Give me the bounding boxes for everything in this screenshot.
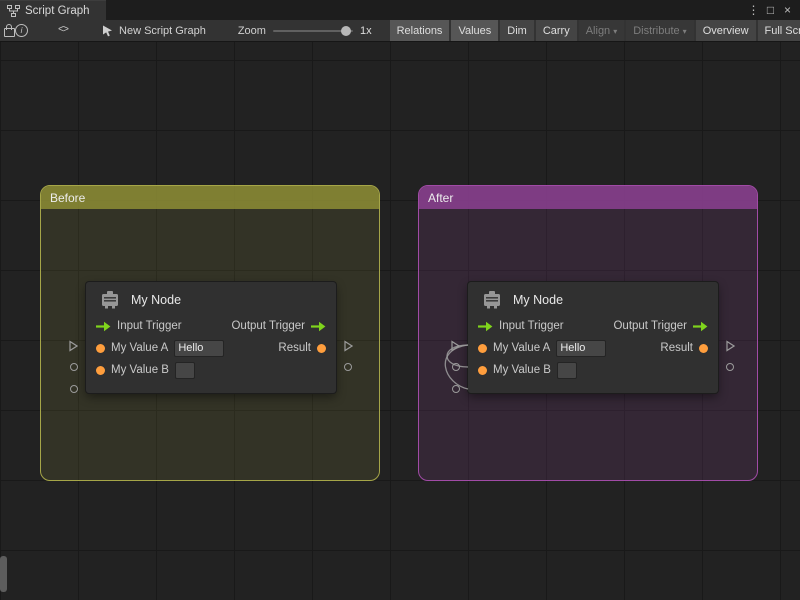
tab-title: Script Graph bbox=[25, 5, 90, 17]
value-a-port-icon[interactable] bbox=[96, 344, 105, 353]
group-after[interactable]: After My Node Input Trigger Output Trigg… bbox=[418, 185, 758, 481]
node-title: My Node bbox=[513, 293, 563, 307]
dim-button[interactable]: Dim bbox=[500, 20, 534, 41]
value-b-row: My Value B bbox=[468, 359, 718, 381]
result-label: Result bbox=[278, 342, 311, 354]
value-b-input[interactable] bbox=[175, 362, 195, 379]
maximize-icon[interactable]: □ bbox=[763, 0, 778, 20]
value-a-label: My Value A bbox=[111, 342, 168, 354]
close-icon[interactable]: × bbox=[780, 0, 795, 20]
input-trigger-label: Input Trigger bbox=[499, 320, 564, 332]
align-button[interactable]: Align▾ bbox=[579, 20, 624, 41]
zoom-slider[interactable] bbox=[273, 30, 353, 32]
flow-output-outer-port[interactable] bbox=[344, 339, 353, 357]
chevron-down-icon: ▾ bbox=[613, 27, 617, 36]
flow-output-icon[interactable] bbox=[311, 321, 326, 332]
code-icon[interactable]: <> bbox=[58, 20, 68, 41]
pointer-icon bbox=[102, 25, 113, 37]
distribute-button[interactable]: Distribute▾ bbox=[626, 20, 693, 41]
value-a-outer-port[interactable] bbox=[70, 363, 78, 371]
fullscreen-button[interactable]: Full Scr bbox=[758, 20, 800, 41]
value-b-outer-port[interactable] bbox=[452, 385, 460, 393]
node-header: My Node bbox=[86, 282, 336, 315]
flow-input-outer-port[interactable] bbox=[451, 339, 460, 357]
toolbar-buttons: Relations Values Dim Carry Align▾ Distri… bbox=[390, 20, 800, 41]
zoom-label: Zoom bbox=[238, 25, 266, 37]
kebab-menu-icon[interactable]: ⋮ bbox=[746, 0, 761, 20]
tab-script-graph[interactable]: Script Graph bbox=[0, 0, 106, 20]
graph-toolbar: i <> New Script Graph Zoom 1x Relations … bbox=[0, 20, 800, 42]
value-a-outer-port[interactable] bbox=[452, 363, 460, 371]
my-node-before[interactable]: My Node Input Trigger Output Trigger My … bbox=[86, 282, 336, 393]
node-title: My Node bbox=[131, 293, 181, 307]
value-a-input[interactable] bbox=[556, 340, 606, 357]
carried-connection-wires bbox=[430, 326, 470, 406]
lock-icon[interactable] bbox=[4, 20, 15, 41]
flow-port-row: Input Trigger Output Trigger bbox=[468, 315, 718, 337]
group-before[interactable]: Before My Node Input Trigger Output Trig… bbox=[40, 185, 380, 481]
result-outer-port[interactable] bbox=[726, 363, 734, 371]
value-b-port-icon[interactable] bbox=[478, 366, 487, 375]
unit-icon bbox=[480, 288, 504, 312]
result-outer-port[interactable] bbox=[344, 363, 352, 371]
overview-button[interactable]: Overview bbox=[696, 20, 756, 41]
value-b-label: My Value B bbox=[493, 364, 551, 376]
group-before-header[interactable]: Before bbox=[41, 186, 379, 209]
info-icon[interactable]: i bbox=[15, 20, 28, 41]
result-port-icon[interactable] bbox=[317, 344, 326, 353]
value-b-row: My Value B bbox=[86, 359, 336, 381]
group-before-label: Before bbox=[50, 191, 85, 205]
flow-input-outer-port[interactable] bbox=[69, 339, 78, 357]
value-b-outer-port[interactable] bbox=[70, 385, 78, 393]
flow-output-outer-port[interactable] bbox=[726, 339, 735, 357]
tab-bar: Script Graph ⋮ □ × bbox=[0, 0, 800, 20]
graph-name: New Script Graph bbox=[119, 25, 206, 37]
zoom-slider-thumb[interactable] bbox=[341, 26, 351, 36]
group-after-header[interactable]: After bbox=[419, 186, 757, 209]
result-port-icon[interactable] bbox=[699, 344, 708, 353]
output-trigger-label: Output Trigger bbox=[231, 320, 305, 332]
value-b-label: My Value B bbox=[111, 364, 169, 376]
value-a-port-icon[interactable] bbox=[478, 344, 487, 353]
window-controls: ⋮ □ × bbox=[746, 0, 800, 20]
script-graph-icon bbox=[7, 5, 20, 17]
values-button[interactable]: Values bbox=[451, 20, 498, 41]
vertical-scrollbar-thumb[interactable] bbox=[0, 556, 7, 592]
flow-output-icon[interactable] bbox=[693, 321, 708, 332]
result-label: Result bbox=[660, 342, 693, 354]
zoom-value: 1x bbox=[360, 25, 372, 37]
input-trigger-label: Input Trigger bbox=[117, 320, 182, 332]
relations-button[interactable]: Relations bbox=[390, 20, 450, 41]
unit-icon bbox=[98, 288, 122, 312]
value-b-port-icon[interactable] bbox=[96, 366, 105, 375]
node-header: My Node bbox=[468, 282, 718, 315]
value-a-row: My Value A Result bbox=[86, 337, 336, 359]
output-trigger-label: Output Trigger bbox=[613, 320, 687, 332]
group-after-label: After bbox=[428, 191, 453, 205]
flow-input-icon[interactable] bbox=[96, 321, 111, 332]
graph-reference-button[interactable]: New Script Graph bbox=[102, 25, 206, 37]
zoom-control: Zoom 1x bbox=[238, 25, 372, 37]
value-a-row: My Value A Result bbox=[468, 337, 718, 359]
flow-port-row: Input Trigger Output Trigger bbox=[86, 315, 336, 337]
my-node-after[interactable]: My Node Input Trigger Output Trigger My … bbox=[468, 282, 718, 393]
value-b-input[interactable] bbox=[557, 362, 577, 379]
value-a-label: My Value A bbox=[493, 342, 550, 354]
carry-button[interactable]: Carry bbox=[536, 20, 577, 41]
value-a-input[interactable] bbox=[174, 340, 224, 357]
chevron-down-icon: ▾ bbox=[683, 27, 687, 36]
flow-input-icon[interactable] bbox=[478, 321, 493, 332]
graph-canvas[interactable]: Before My Node Input Trigger Output Trig… bbox=[0, 42, 800, 600]
